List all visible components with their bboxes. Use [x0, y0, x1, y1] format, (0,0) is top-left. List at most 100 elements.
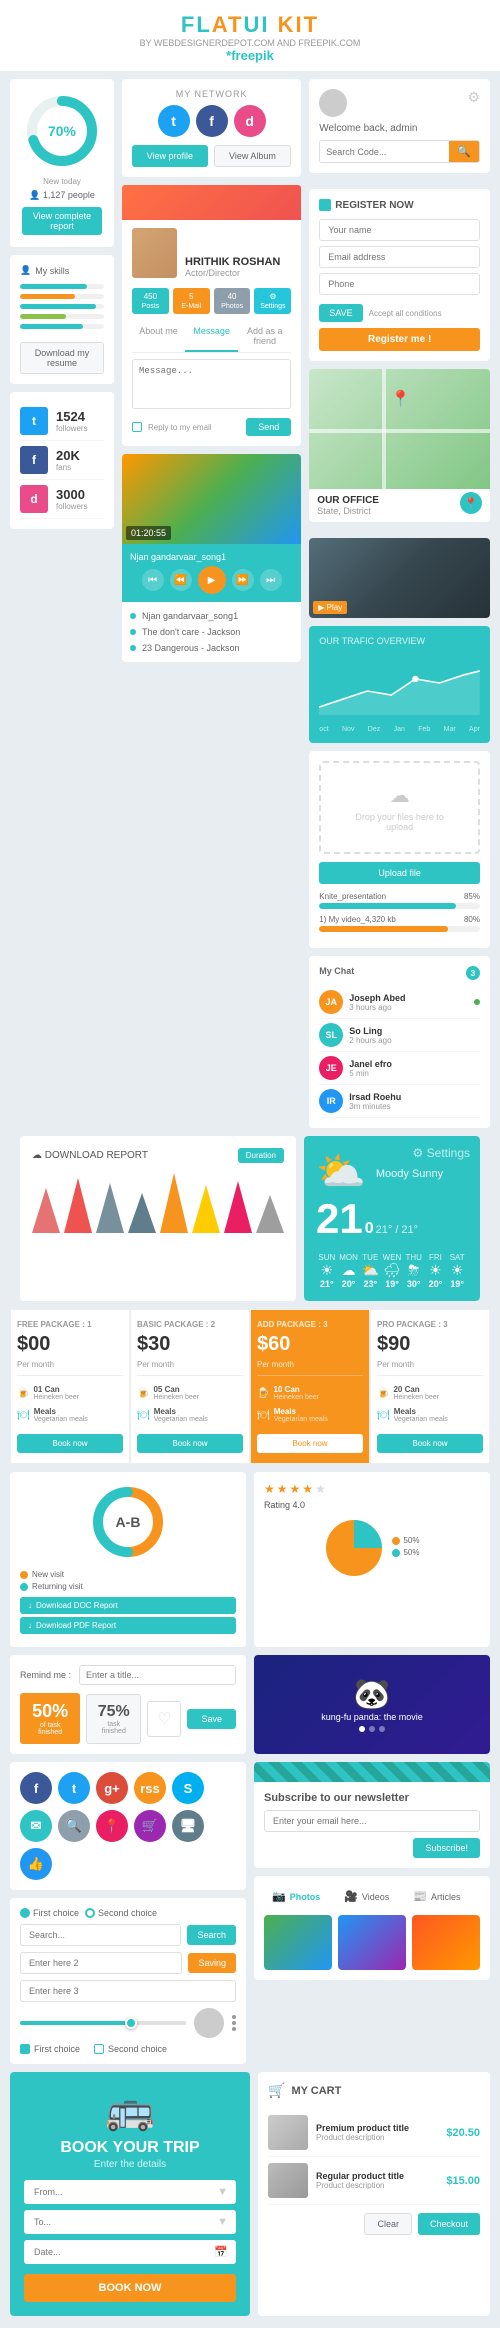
rewind-button[interactable]: ⏪ [170, 569, 192, 591]
slider-thumb[interactable] [125, 2017, 137, 2029]
add-tag: ADD PACKAGE : 3 [257, 1320, 363, 1329]
book-free-button[interactable]: Book now [17, 1434, 123, 1453]
chat-item-3[interactable]: JE Janel efro 5 min [319, 1052, 480, 1085]
send-button[interactable]: Send [246, 418, 291, 436]
download-pdf-button[interactable]: ↓ Download PDF Report [20, 1617, 236, 1634]
view-report-button[interactable]: View complete report [22, 207, 102, 235]
articles-tab[interactable]: 📰 Articles [405, 1886, 468, 1907]
network-twitter-icon[interactable]: t [158, 105, 190, 137]
bus-date-input[interactable] [24, 2240, 236, 2264]
form-search-button[interactable]: Search [187, 1925, 236, 1945]
playlist-item-2[interactable]: The don't care - Jackson [130, 624, 293, 640]
donut-widget: 70% New today 👤 1,127 people View comple… [10, 79, 114, 247]
subscribe-button[interactable]: Subscribe! [413, 1838, 480, 1858]
facebook-count: 20K [56, 448, 80, 463]
heart-button[interactable]: ♡ [147, 1701, 181, 1737]
message-tab[interactable]: Message [185, 322, 238, 352]
facebook-circle-icon[interactable]: f [20, 1772, 52, 1804]
gear-icon[interactable]: ⚙ [467, 89, 480, 106]
stat-email[interactable]: 5E-Mail [173, 288, 210, 314]
bus-to-input[interactable] [24, 2210, 236, 2234]
skype-circle-icon[interactable]: S [172, 1772, 204, 1804]
register-name-input[interactable] [319, 219, 480, 241]
dot-1 [232, 2015, 236, 2019]
reply-checkbox[interactable] [132, 422, 142, 432]
network-facebook-icon[interactable]: f [196, 105, 228, 137]
chat-item-1[interactable]: JA Joseph Abed 3 hours ago [319, 986, 480, 1019]
chat-info-4: Irsad Roehu 3m minutes [349, 1092, 480, 1111]
play-button[interactable]: ▶ [198, 566, 226, 594]
book-add-button[interactable]: Book now [257, 1434, 363, 1453]
twitter-circle-icon[interactable]: t [58, 1772, 90, 1804]
remind-input[interactable] [79, 1665, 236, 1685]
register-email-input[interactable] [319, 246, 480, 268]
star-4: ★ [302, 1482, 313, 1496]
network-social-icons: t f d [132, 105, 291, 137]
report-weather-row: ☁ DOWNLOAD REPORT Duration ⚙ Settings ⛅ … [10, 1136, 490, 1301]
stat-settings[interactable]: ⚙Settings [254, 288, 291, 314]
music-player: 01:20:55 Njan gandarvaar_song1 ⏮ ⏪ ▶ ⏩ ⏭… [122, 454, 301, 662]
like-circle-icon[interactable]: 👍 [20, 1848, 52, 1880]
form-input-2[interactable] [20, 1952, 182, 1974]
form-input-3[interactable] [20, 1980, 236, 2002]
message-textarea[interactable] [132, 359, 291, 409]
checkout-button[interactable]: Checkout [418, 2213, 480, 2235]
beer-icon-3: 🍺 [257, 1388, 269, 1399]
newsletter-email-input[interactable] [264, 1810, 480, 1832]
weather-settings-icon[interactable]: ⚙ Settings [413, 1146, 470, 1160]
cart-circle-icon[interactable]: 🛒 [134, 1810, 166, 1842]
form-search-input[interactable] [20, 1924, 181, 1946]
middle-column: MY NETWORK t f d View profile View Album… [122, 79, 301, 1128]
upload-button[interactable]: Upload file [319, 862, 480, 884]
videos-tab[interactable]: 🎥 Videos [336, 1886, 397, 1907]
bus-to-wrap: ▼ [24, 2210, 236, 2234]
add-friend-tab[interactable]: Add as a friend [238, 322, 291, 352]
chat-item-2[interactable]: SL So Ling 2 hours ago [319, 1019, 480, 1052]
download-resume-button[interactable]: Download my resume [20, 342, 104, 374]
hrithik-info: HRITHIK ROSHAN Actor/Director [132, 228, 291, 278]
radio-option-1[interactable]: First choice [20, 1908, 79, 1918]
search-input[interactable] [320, 141, 449, 162]
register-phone-input[interactable] [319, 273, 480, 295]
location-circle-icon[interactable]: 📍 [96, 1810, 128, 1842]
pro-per: Per month [377, 1360, 483, 1369]
header-subtitle: BY WEBDESIGNERDEPOT.COM AND FREEPIK.COM [10, 38, 490, 48]
book-basic-button[interactable]: Book now [137, 1434, 243, 1453]
view-album-button[interactable]: View Album [214, 145, 292, 167]
remind-save-button[interactable]: Save [187, 1709, 236, 1729]
mail-circle-icon[interactable]: ✉ [20, 1810, 52, 1842]
stat-posts[interactable]: 450Posts [132, 288, 169, 314]
save-button[interactable]: SAVE [319, 304, 362, 322]
map-pin-button[interactable]: 📍 [460, 492, 482, 514]
chat-item-4[interactable]: IR Irsad Roehu 3m minutes [319, 1085, 480, 1118]
view-profile-button[interactable]: View profile [132, 145, 208, 167]
monitor-circle-icon[interactable]: 🖥 [172, 1810, 204, 1842]
bus-from-input[interactable] [24, 2180, 236, 2204]
playlist-item-3[interactable]: 23 Dangerous - Jackson [130, 640, 293, 656]
upload-drop-zone[interactable]: ☁ Drop your files here to upload [319, 761, 480, 854]
photos-tab[interactable]: 📷 Photos [264, 1886, 328, 1907]
playlist-item-1[interactable]: Njan gandarvaar_song1 [130, 608, 293, 624]
stat-photos[interactable]: 40Photos [214, 288, 251, 314]
register-button[interactable]: Register me ! [319, 328, 480, 351]
checkbox-unchecked-icon[interactable] [94, 2044, 104, 2054]
rss-circle-icon[interactable]: rss [134, 1772, 166, 1804]
book-pro-button[interactable]: Book now [377, 1434, 483, 1453]
googleplus-circle-icon[interactable]: g+ [96, 1772, 128, 1804]
duration-button[interactable]: Duration [238, 1148, 284, 1163]
clear-cart-button[interactable]: Clear [364, 2213, 412, 2235]
about-me-tab[interactable]: About me [132, 322, 185, 352]
next-button[interactable]: ⏭ [260, 569, 282, 591]
radio-option-2[interactable]: Second choice [85, 1908, 157, 1918]
network-dribbble-icon[interactable]: d [234, 105, 266, 137]
map-pin-icon: 📍 [391, 389, 411, 409]
checkbox-checked-icon[interactable] [20, 2044, 30, 2054]
form-saving-button[interactable]: Saving [188, 1953, 236, 1973]
prev-button[interactable]: ⏮ [142, 569, 164, 591]
skill-bar-3 [20, 304, 104, 309]
search-button[interactable]: 🔍 [449, 141, 479, 162]
search-circle-icon[interactable]: 🔍 [58, 1810, 90, 1842]
bus-book-button[interactable]: BOOK NOW [24, 2274, 236, 2302]
download-doc-button[interactable]: ↓ Download DOC Report [20, 1597, 236, 1614]
forward-button[interactable]: ⏩ [232, 569, 254, 591]
